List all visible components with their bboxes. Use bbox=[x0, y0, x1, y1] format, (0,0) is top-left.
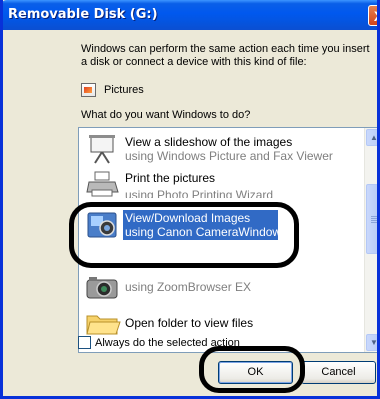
item-primary-text: View a slideshow of the images bbox=[125, 135, 293, 149]
list-scrollbar[interactable]: ▲ ▼ bbox=[364, 128, 378, 352]
list-item-open-folder[interactable]: Open folder to view files bbox=[83, 306, 363, 340]
grip-line bbox=[371, 220, 377, 221]
list-item-slideshow[interactable]: View a slideshow of the images using Win… bbox=[83, 132, 363, 166]
scroll-up-icon: ▲ bbox=[370, 133, 378, 142]
grip-line bbox=[371, 218, 377, 219]
list-item-zoombrowser[interactable]: using ZoomBrowser EX bbox=[83, 270, 363, 304]
scroll-down-button[interactable]: ▼ bbox=[366, 334, 378, 351]
pictures-icon bbox=[81, 83, 96, 97]
title-bar[interactable]: Removable Disk (G:) X bbox=[3, 0, 377, 30]
slideshow-projector-icon bbox=[89, 135, 115, 164]
list-item-print[interactable]: Print the pictures using Photo Printing … bbox=[83, 168, 363, 202]
question-label: What do you want Windows to do? bbox=[81, 109, 251, 121]
always-do-checkbox[interactable] bbox=[78, 336, 91, 349]
scroll-up-button[interactable]: ▲ bbox=[366, 129, 378, 146]
close-icon: X bbox=[374, 8, 377, 24]
highlight-ring-ok-button bbox=[199, 346, 305, 393]
folder-icon bbox=[86, 315, 121, 335]
content-type: Pictures bbox=[81, 82, 144, 98]
description-text: Windows can perform the same action each… bbox=[81, 43, 370, 68]
item-secondary-text: using ZoomBrowser EX bbox=[125, 280, 252, 294]
printer-icon bbox=[86, 171, 119, 197]
content-type-label: Pictures bbox=[104, 84, 144, 96]
item-primary-text: Open folder to view files bbox=[125, 316, 254, 330]
autoplay-dialog: Removable Disk (G:) X Windows can perfor… bbox=[0, 0, 380, 399]
item-secondary-text: using Photo Printing Wizard bbox=[125, 188, 274, 198]
close-button[interactable]: X bbox=[368, 5, 377, 26]
window-title: Removable Disk (G:) bbox=[8, 7, 158, 22]
highlight-ring-selected-item bbox=[69, 202, 299, 268]
item-primary-text: Print the pictures bbox=[125, 171, 216, 185]
grip-line bbox=[371, 222, 377, 223]
item-secondary-text: using Windows Picture and Fax Viewer bbox=[125, 149, 333, 163]
camera-icon bbox=[86, 277, 118, 299]
grip-line bbox=[371, 216, 377, 217]
scroll-down-icon: ▼ bbox=[370, 338, 378, 347]
cancel-button[interactable]: Cancel bbox=[301, 361, 376, 384]
scroll-thumb[interactable] bbox=[366, 184, 377, 254]
item-secondary-clip: using Photo Printing Wizard bbox=[125, 188, 273, 198]
